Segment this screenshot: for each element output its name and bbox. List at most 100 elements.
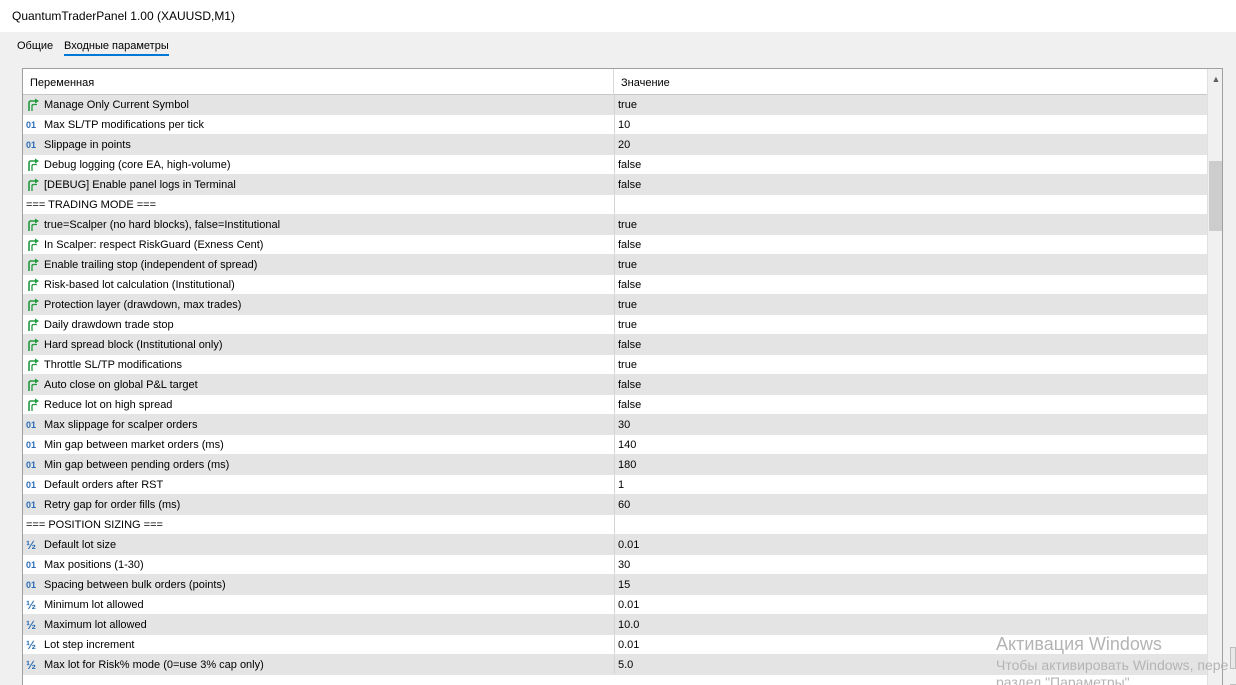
int-icon: 01 [26,459,37,470]
scrollbar-thumb[interactable] [1209,161,1222,231]
table-row[interactable]: 01 Min gap between pending orders (ms) 180 [23,455,1207,475]
table-row[interactable]: 01 Spacing between bulk orders (points) 15 [23,575,1207,595]
variable-cell[interactable]: 01 Slippage in points [23,135,613,154]
side-edge-button[interactable] [1230,647,1236,669]
table-row[interactable]: 01 Default orders after RST 1 [23,475,1207,495]
variable-cell[interactable]: ½ Lot step increment [23,635,613,654]
table-row[interactable]: Hard spread block (Institutional only) fa… [23,335,1207,355]
table-row[interactable]: 01 Slippage in points 20 [23,135,1207,155]
column-divider[interactable] [613,69,614,95]
table-row[interactable]: Daily drawdown trade stop true [23,315,1207,335]
value-cell[interactable]: true [614,95,1207,114]
section-header-row[interactable]: === POSITION SIZING === [23,515,1207,535]
table-row[interactable]: In Scalper: respect RiskGuard (Exness Ce… [23,235,1207,255]
value-cell[interactable]: 15 [614,575,1207,594]
bool-icon [26,218,42,232]
value-cell[interactable]: 30 [614,415,1207,434]
table-row[interactable]: 01 Max positions (1-30) 30 [23,555,1207,575]
vertical-scrollbar[interactable]: ▲ ▼ [1207,69,1222,685]
value-cell[interactable]: false [614,275,1207,294]
tab-common[interactable]: Общие [17,40,53,52]
value-cell[interactable]: 0.01 [614,595,1207,614]
value-cell[interactable]: 180 [614,455,1207,474]
variable-cell[interactable]: Daily drawdown trade stop [23,315,613,334]
value-cell[interactable]: 30 [614,555,1207,574]
variable-cell[interactable]: Manage Only Current Symbol [23,95,613,114]
variable-cell[interactable]: === TRADING MODE === [23,195,613,214]
value-cell[interactable] [614,515,1207,534]
table-row[interactable]: 01 Retry gap for order fills (ms) 60 [23,495,1207,515]
column-header-value[interactable]: Значение [621,77,670,89]
variable-cell[interactable]: Risk-based lot calculation (Institutiona… [23,275,613,294]
section-header-row[interactable]: === TRADING MODE === [23,195,1207,215]
value-cell[interactable]: true [614,295,1207,314]
value-cell[interactable]: true [614,315,1207,334]
value-cell[interactable]: 20 [614,135,1207,154]
variable-cell[interactable]: Enable trailing stop (independent of spr… [23,255,613,274]
value-cell[interactable]: false [614,175,1207,194]
variable-cell[interactable]: === POSITION SIZING === [23,515,613,534]
value-cell[interactable]: 60 [614,495,1207,514]
close-icon[interactable] [1218,4,1228,24]
value-cell[interactable]: false [614,335,1207,354]
value-cell[interactable] [614,195,1207,214]
variable-cell[interactable]: ½ Minimum lot allowed [23,595,613,614]
variable-cell[interactable]: true=Scalper (no hard blocks), false=Ins… [23,215,613,234]
table-row[interactable]: ½ Maximum lot allowed 10.0 [23,615,1207,635]
table-row[interactable]: Manage Only Current Symbol true [23,95,1207,115]
variable-cell[interactable]: Auto close on global P&L target [23,375,613,394]
table-row[interactable]: Debug logging (core EA, high-volume) fals… [23,155,1207,175]
variable-name: [DEBUG] Enable panel logs in Terminal [44,178,236,191]
value-cell[interactable]: true [614,255,1207,274]
variable-cell[interactable]: Debug logging (core EA, high-volume) [23,155,613,174]
variable-cell[interactable]: 01 Spacing between bulk orders (points) [23,575,613,594]
table-row[interactable]: Enable trailing stop (independent of spr… [23,255,1207,275]
table-row[interactable]: true=Scalper (no hard blocks), false=Ins… [23,215,1207,235]
variable-cell[interactable]: Reduce lot on high spread [23,395,613,414]
variable-cell[interactable]: 01 Min gap between pending orders (ms) [23,455,613,474]
table-row[interactable]: 01 Max slippage for scalper orders 30 [23,415,1207,435]
variable-cell[interactable]: 01 Max slippage for scalper orders [23,415,613,434]
column-header-variable[interactable]: Переменная [30,77,94,89]
variable-cell[interactable]: 01 Retry gap for order fills (ms) [23,495,613,514]
int-icon: 01 [26,579,37,590]
variable-cell[interactable]: ½ Max lot for Risk% mode (0=use 3% cap on… [23,655,613,674]
value-cell[interactable]: true [614,355,1207,374]
value-cell[interactable]: true [614,215,1207,234]
value-cell[interactable]: false [614,375,1207,394]
variable-cell[interactable]: [DEBUG] Enable panel logs in Terminal [23,175,613,194]
scroll-up-icon[interactable]: ▲ [1208,71,1222,87]
value-cell[interactable]: 10.0 [614,615,1207,634]
properties-dialog: Общие Входные параметры Переменная Значе… [0,32,1236,685]
value-cell[interactable]: false [614,395,1207,414]
table-row[interactable]: Auto close on global P&L target false [23,375,1207,395]
variable-cell[interactable]: Hard spread block (Institutional only) [23,335,613,354]
variable-name: Daily drawdown trade stop [44,318,174,331]
variable-cell[interactable]: 01 Min gap between market orders (ms) [23,435,613,454]
variable-cell[interactable]: ½ Maximum lot allowed [23,615,613,634]
value-cell[interactable]: 140 [614,435,1207,454]
table-row[interactable]: ½ Default lot size 0.01 [23,535,1207,555]
variable-cell[interactable]: Protection layer (drawdown, max trades) [23,295,613,314]
table-row[interactable]: Reduce lot on high spread false [23,395,1207,415]
variable-cell[interactable]: ½ Default lot size [23,535,613,554]
value-cell[interactable]: 10 [614,115,1207,134]
tab-input-parameters[interactable]: Входные параметры [64,40,169,56]
variable-cell[interactable]: 01 Max positions (1-30) [23,555,613,574]
table-row[interactable]: [DEBUG] Enable panel logs in Terminal fal… [23,175,1207,195]
value-cell[interactable]: false [614,155,1207,174]
variable-cell[interactable]: 01 Default orders after RST [23,475,613,494]
value-cell[interactable]: 1 [614,475,1207,494]
table-row[interactable]: Protection layer (drawdown, max trades) t… [23,295,1207,315]
table-row[interactable]: 01 Max SL/TP modifications per tick 10 [23,115,1207,135]
table-row[interactable]: Throttle SL/TP modifications true [23,355,1207,375]
value-cell[interactable]: 0.01 [614,535,1207,554]
table-row[interactable]: Risk-based lot calculation (Institutiona… [23,275,1207,295]
value-cell[interactable]: false [614,235,1207,254]
variable-cell[interactable]: In Scalper: respect RiskGuard (Exness Ce… [23,235,613,254]
variable-cell[interactable]: Throttle SL/TP modifications [23,355,613,374]
table-row[interactable]: ½ Minimum lot allowed 0.01 [23,595,1207,615]
table-row[interactable]: 01 Min gap between market orders (ms) 140 [23,435,1207,455]
variable-cell[interactable]: 01 Max SL/TP modifications per tick [23,115,613,134]
variable-name: Throttle SL/TP modifications [44,358,182,371]
